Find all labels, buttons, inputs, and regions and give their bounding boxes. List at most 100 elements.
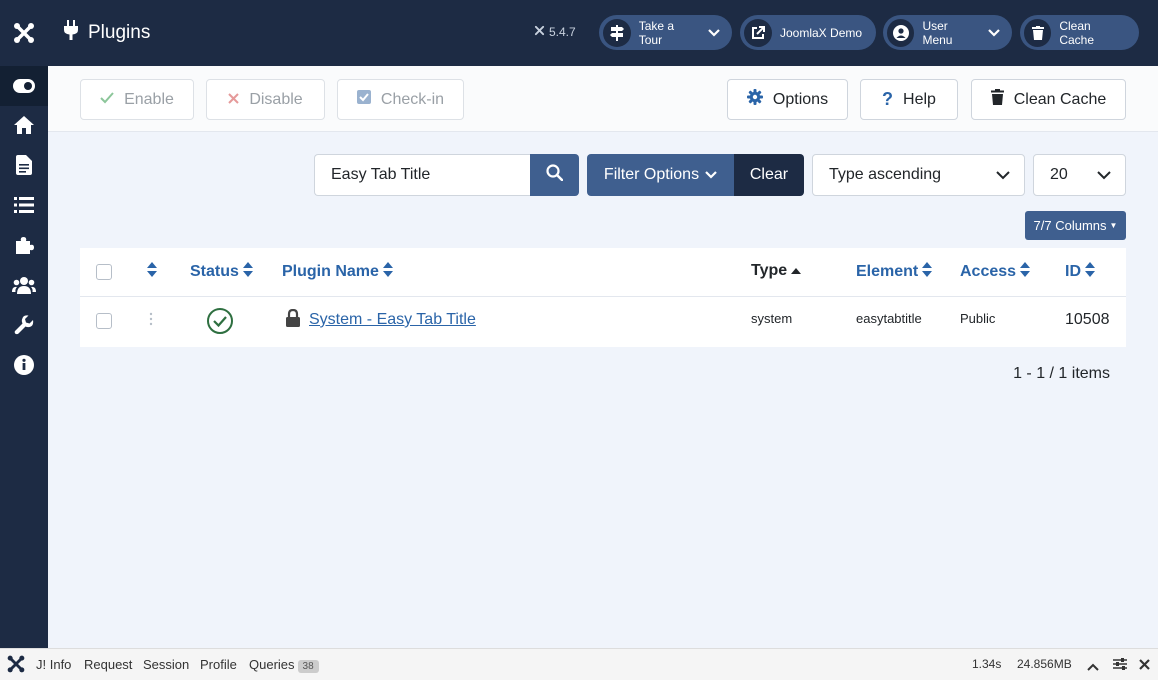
toggle-menu-icon[interactable]: [0, 66, 48, 106]
debug-bar: J! Info Request Session Profile Queries 3…: [0, 648, 1158, 680]
plugin-name-link[interactable]: System - Easy Tab Title: [309, 311, 476, 329]
chevron-down-icon: [708, 26, 720, 40]
search-button[interactable]: [530, 154, 579, 196]
search-input[interactable]: [314, 154, 530, 196]
plugin-name-header-label: Plugin Name: [282, 263, 379, 280]
components-puzzle-icon[interactable]: [0, 225, 48, 265]
row-checkbox[interactable]: [96, 313, 112, 329]
help-label: Help: [903, 90, 936, 108]
check-in-label: Check-in: [380, 90, 445, 108]
times-icon: [228, 91, 240, 109]
drag-handle-icon[interactable]: [149, 312, 153, 329]
header-clean-cache-button[interactable]: Clean Cache: [1020, 15, 1139, 50]
gear-icon: [746, 89, 763, 110]
joomlax-demo-button[interactable]: JoomlaX Demo: [740, 15, 876, 50]
system-wrench-icon[interactable]: [0, 305, 48, 345]
ordering-sort-header[interactable]: [147, 262, 157, 282]
help-button[interactable]: ? Help: [860, 79, 958, 120]
access-header-label: Access: [960, 263, 1017, 280]
close-icon[interactable]: [1139, 658, 1150, 673]
element-sort-header[interactable]: Element: [856, 262, 933, 282]
status-enabled-icon[interactable]: [207, 308, 233, 337]
columns-label: 7/7 Columns: [1033, 218, 1107, 233]
status-sort-header[interactable]: Status: [190, 262, 253, 282]
access-sort-header[interactable]: Access: [960, 262, 1031, 282]
debug-time: 1.34s: [972, 657, 1002, 671]
debug-tab-request[interactable]: Request: [84, 657, 132, 672]
sort-icon: [382, 262, 393, 282]
question-icon: ?: [882, 89, 894, 109]
settings-sliders-icon[interactable]: [1113, 658, 1127, 673]
joomla-logo-icon[interactable]: [0, 0, 48, 66]
chevron-down-icon: [1097, 168, 1111, 187]
joomla-small-icon: [534, 25, 545, 39]
home-icon[interactable]: [0, 105, 48, 145]
page-title: Plugins: [64, 20, 150, 46]
lock-icon: [285, 308, 301, 330]
clean-cache-label: Clean Cache: [1013, 90, 1107, 108]
check-in-button[interactable]: Check-in: [337, 79, 464, 120]
enable-button[interactable]: Enable: [80, 79, 194, 120]
type-cell: system: [751, 311, 793, 326]
search-icon: [546, 164, 564, 186]
sort-icon: [1085, 262, 1095, 282]
disable-button[interactable]: Disable: [206, 79, 325, 120]
toolbar: Enable Disable Check-in Options ? Help C…: [48, 66, 1158, 132]
debug-tab-queries[interactable]: Queries 38: [249, 657, 319, 673]
sort-select[interactable]: Type ascending: [812, 154, 1025, 196]
chevron-up-icon[interactable]: [1087, 659, 1099, 674]
take-a-tour-label: Take a Tour: [638, 18, 675, 47]
check-icon: [100, 91, 114, 109]
filter-options-button[interactable]: Filter Options: [587, 154, 734, 196]
take-a-tour-button[interactable]: Take a Tour: [599, 15, 732, 50]
sort-icon: [242, 262, 253, 282]
id-header-label: ID: [1065, 263, 1081, 280]
menus-list-icon[interactable]: [0, 185, 48, 225]
limit-select[interactable]: 20: [1033, 154, 1126, 196]
chevron-down-icon: [996, 168, 1010, 187]
id-sort-header[interactable]: ID: [1065, 262, 1095, 282]
plugin-name-sort-header[interactable]: Plugin Name: [282, 262, 393, 282]
debug-tab-info[interactable]: J! Info: [36, 657, 71, 672]
plug-icon: [64, 20, 78, 46]
clear-label: Clear: [749, 166, 789, 183]
sort-icon: [1020, 262, 1031, 282]
sidebar: [0, 0, 48, 648]
clear-button[interactable]: Clear: [734, 154, 804, 196]
content-file-icon[interactable]: [0, 145, 48, 185]
chevron-down-icon: [705, 166, 717, 184]
sort-icon: [922, 262, 933, 282]
joomla-debug-logo-icon[interactable]: [6, 654, 26, 677]
disable-label: Disable: [249, 90, 303, 108]
element-cell: easytabtitle: [856, 311, 922, 326]
limit-select-value: 20: [1050, 166, 1068, 183]
help-info-icon[interactable]: [0, 345, 48, 385]
signpost-icon: [603, 18, 631, 47]
access-cell: Public: [960, 311, 996, 326]
pagination-counter: 1 - 1 / 1 items: [1013, 365, 1110, 382]
trash-icon: [1024, 18, 1052, 47]
version-badge: 5.4.7: [534, 25, 576, 39]
queries-label: Queries: [249, 657, 295, 672]
sort-select-value: Type ascending: [829, 166, 942, 183]
joomlax-demo-label: JoomlaX Demo: [780, 25, 863, 40]
header-clean-cache-label: Clean Cache: [1059, 18, 1094, 47]
trash-icon: [990, 89, 1004, 110]
table-header: Status Plugin Name Type Element Access I…: [80, 248, 1126, 297]
chevron-down-icon: [988, 26, 1000, 40]
sort-icon: [147, 262, 157, 282]
debug-tab-session[interactable]: Session: [143, 657, 189, 672]
options-button[interactable]: Options: [727, 79, 848, 120]
caret-down-icon: ▼: [1109, 221, 1118, 230]
search-bar: [314, 154, 579, 196]
sort-asc-icon: [791, 262, 802, 280]
options-label: Options: [772, 90, 829, 108]
clean-cache-button[interactable]: Clean Cache: [971, 79, 1126, 120]
user-menu-button[interactable]: User Menu: [883, 15, 1012, 50]
select-all-checkbox[interactable]: [96, 264, 112, 280]
users-icon[interactable]: [0, 265, 48, 305]
columns-button[interactable]: 7/7 Columns ▼: [1025, 211, 1126, 240]
version-text: 5.4.7: [549, 25, 576, 39]
debug-tab-profile[interactable]: Profile: [200, 657, 237, 672]
type-sort-header[interactable]: Type: [751, 262, 802, 280]
